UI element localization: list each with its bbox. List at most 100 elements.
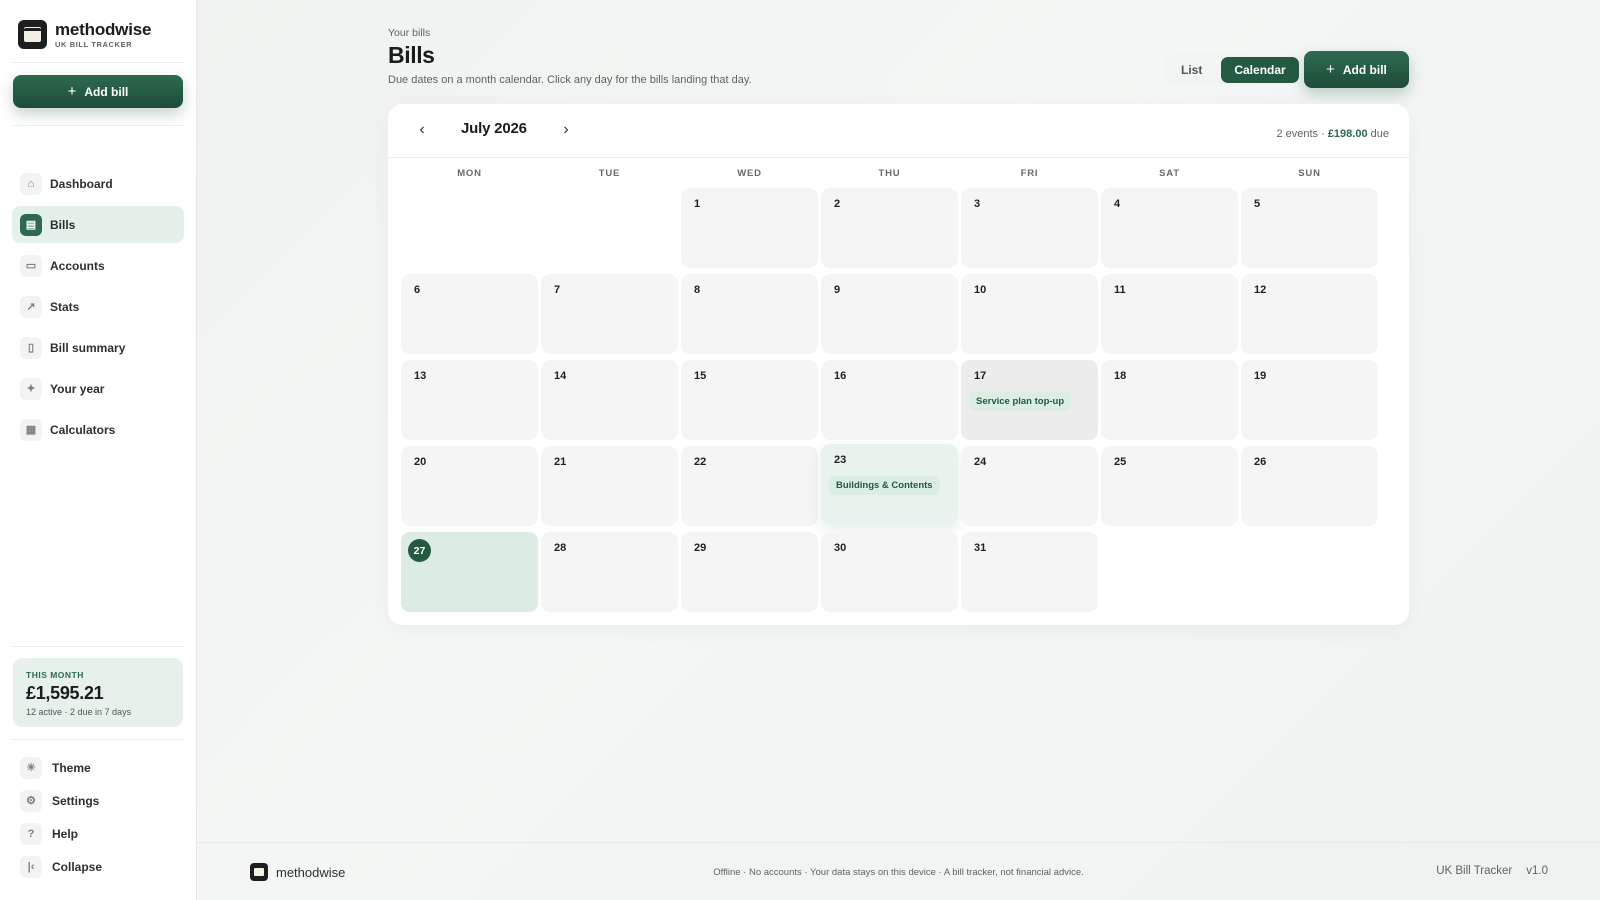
day-number: 31 bbox=[974, 542, 987, 554]
day-number: 30 bbox=[834, 542, 847, 554]
add-bill-label: Add bill bbox=[1342, 62, 1387, 77]
calendar-day[interactable]: 1 bbox=[681, 188, 818, 268]
calendar-day[interactable]: 17 Service plan top-up bbox=[961, 360, 1098, 440]
day-number: 9 bbox=[834, 284, 841, 296]
sidebar-item-dashboard[interactable]: ⌂ Dashboard bbox=[12, 165, 184, 202]
sidebar-item-label: Theme bbox=[52, 760, 91, 775]
calculator-icon: ▦ bbox=[20, 418, 42, 441]
calendar-day[interactable]: 31 bbox=[961, 532, 1098, 612]
calendar-day[interactable]: 8 bbox=[681, 274, 818, 354]
sidebar-item-settings[interactable]: ⚙ Settings bbox=[20, 784, 180, 817]
sidebar-add-bill-button[interactable]: + Add bill bbox=[13, 75, 183, 108]
day-number: 18 bbox=[1114, 370, 1127, 382]
brand-logo-icon bbox=[18, 20, 47, 49]
sidebar-item-theme[interactable]: ☀ Theme bbox=[20, 751, 180, 784]
footer-note: Offline · No accounts · Your data stays … bbox=[713, 867, 1084, 878]
calendar-day[interactable]: 15 bbox=[681, 360, 818, 440]
day-number: 20 bbox=[414, 456, 427, 468]
calendar-day[interactable]: 11 bbox=[1101, 274, 1238, 354]
day-number: 29 bbox=[694, 542, 707, 554]
calendar-day[interactable]: 18 bbox=[1101, 360, 1238, 440]
day-number: 21 bbox=[554, 456, 567, 468]
day-number: 26 bbox=[1254, 456, 1267, 468]
sidebar-item-calculators[interactable]: ▦ Calculators bbox=[12, 411, 184, 448]
this-month-card[interactable]: THIS MONTH £1,595.21 12 active · 2 due i… bbox=[13, 658, 183, 727]
trend-icon: ↗ bbox=[20, 295, 42, 318]
sidebar-item-label: Settings bbox=[52, 793, 100, 808]
calendar-day[interactable]: 21 bbox=[541, 446, 678, 526]
page-description: Due dates on a month calendar. Click any… bbox=[388, 74, 752, 86]
calendar-day[interactable]: 16 bbox=[821, 360, 958, 440]
calendar-summary: 2 events · £198.00 due bbox=[1276, 128, 1389, 140]
sidebar-nav: ⌂ Dashboard ▤ Bills ▭ Accounts ↗ Stats ▯ Bill sum… bbox=[12, 165, 184, 452]
sidebar-item-label: Help bbox=[52, 826, 79, 841]
footer-product: UK Bill Tracker bbox=[1436, 865, 1513, 877]
view-calendar-button[interactable]: Calendar bbox=[1221, 57, 1299, 83]
calendar-day[interactable]: 23 Buildings & Contents bbox=[821, 444, 958, 524]
chevron-right-icon[interactable]: › bbox=[555, 119, 577, 141]
bill-event-chip[interactable]: Buildings & Contents bbox=[829, 476, 940, 495]
day-number: 14 bbox=[554, 370, 567, 382]
add-bill-button[interactable]: + Add bill bbox=[1304, 51, 1409, 88]
sidebar-item-bill-summary[interactable]: ▯ Bill summary bbox=[12, 329, 184, 366]
bill-event-chip[interactable]: Service plan top-up bbox=[969, 392, 1072, 411]
weekday-header: WED bbox=[737, 168, 762, 179]
receipt-icon: ▤ bbox=[20, 213, 42, 236]
sun-icon: ☀ bbox=[20, 756, 42, 779]
footer: methodwise Offline · No accounts · Your … bbox=[197, 842, 1600, 900]
sidebar-item-stats[interactable]: ↗ Stats bbox=[12, 288, 184, 325]
sidebar-item-help[interactable]: ? Help bbox=[20, 817, 180, 850]
gear-icon: ⚙ bbox=[20, 789, 42, 812]
calendar-day[interactable]: 6 bbox=[401, 274, 538, 354]
calendar-day[interactable]: 13 bbox=[401, 360, 538, 440]
sidebar: methodwise UK BILL TRACKER + Add bill ⌂ D… bbox=[0, 0, 197, 900]
calendar-day[interactable]: 29 bbox=[681, 532, 818, 612]
calendar-day[interactable]: 22 bbox=[681, 446, 818, 526]
sidebar-divider bbox=[12, 739, 184, 740]
calendar-day[interactable]: 14 bbox=[541, 360, 678, 440]
sidebar-item-your-year[interactable]: ✦ Your year bbox=[12, 370, 184, 407]
sidebar-item-label: Calculators bbox=[50, 422, 116, 437]
calendar-day[interactable]: 12 bbox=[1241, 274, 1378, 354]
summary-amount: £198.00 bbox=[1327, 128, 1368, 140]
calendar-day[interactable]: 26 bbox=[1241, 446, 1378, 526]
calendar-day[interactable]: 7 bbox=[541, 274, 678, 354]
calendar-day[interactable]: 4 bbox=[1101, 188, 1238, 268]
calendar-day[interactable]: 30 bbox=[821, 532, 958, 612]
brand-subtitle: UK BILL TRACKER bbox=[55, 39, 133, 49]
calendar-day[interactable]: 10 bbox=[961, 274, 1098, 354]
calendar-day[interactable]: 28 bbox=[541, 532, 678, 612]
calendar-day[interactable]: 20 bbox=[401, 446, 538, 526]
view-list-button[interactable]: List bbox=[1168, 57, 1215, 83]
day-number: 23 bbox=[834, 454, 847, 466]
sidebar-item-collapse[interactable]: |‹ Collapse bbox=[20, 850, 180, 883]
weekday-header: TUE bbox=[598, 168, 621, 179]
sparkle-icon: ✦ bbox=[20, 377, 42, 400]
sidebar-item-bills[interactable]: ▤ Bills bbox=[12, 206, 184, 243]
day-number: 22 bbox=[694, 456, 707, 468]
day-number: 6 bbox=[414, 284, 421, 296]
day-number: 19 bbox=[1254, 370, 1267, 382]
day-number: 12 bbox=[1254, 284, 1267, 296]
day-number: 15 bbox=[694, 370, 707, 382]
calendar-day[interactable]: 3 bbox=[961, 188, 1098, 268]
view-toggle: List Calendar bbox=[1165, 54, 1302, 86]
chevron-left-icon[interactable]: ‹ bbox=[411, 119, 433, 141]
sidebar-item-accounts[interactable]: ▭ Accounts bbox=[12, 247, 184, 284]
weekday-header: FRI bbox=[1020, 168, 1039, 179]
page-title: Bills bbox=[388, 42, 435, 68]
brand[interactable]: methodwise UK BILL TRACKER bbox=[18, 20, 151, 49]
calendar-day[interactable]: 25 bbox=[1101, 446, 1238, 526]
this-month-amount: £1,595.21 bbox=[26, 683, 104, 703]
calendar-card: ‹ July 2026 › 2 events · £198.00 due MON… bbox=[388, 104, 1409, 625]
calendar-day[interactable]: 9 bbox=[821, 274, 958, 354]
calendar-day[interactable]: 24 bbox=[961, 446, 1098, 526]
calendar-day[interactable]: 27 bbox=[401, 532, 538, 612]
calendar-day[interactable]: 2 bbox=[821, 188, 958, 268]
day-number: 16 bbox=[834, 370, 847, 382]
day-number: 28 bbox=[554, 542, 567, 554]
sidebar-item-label: Bills bbox=[50, 217, 76, 232]
day-number: 11 bbox=[1114, 284, 1126, 296]
calendar-day[interactable]: 19 bbox=[1241, 360, 1378, 440]
calendar-day[interactable]: 5 bbox=[1241, 188, 1378, 268]
